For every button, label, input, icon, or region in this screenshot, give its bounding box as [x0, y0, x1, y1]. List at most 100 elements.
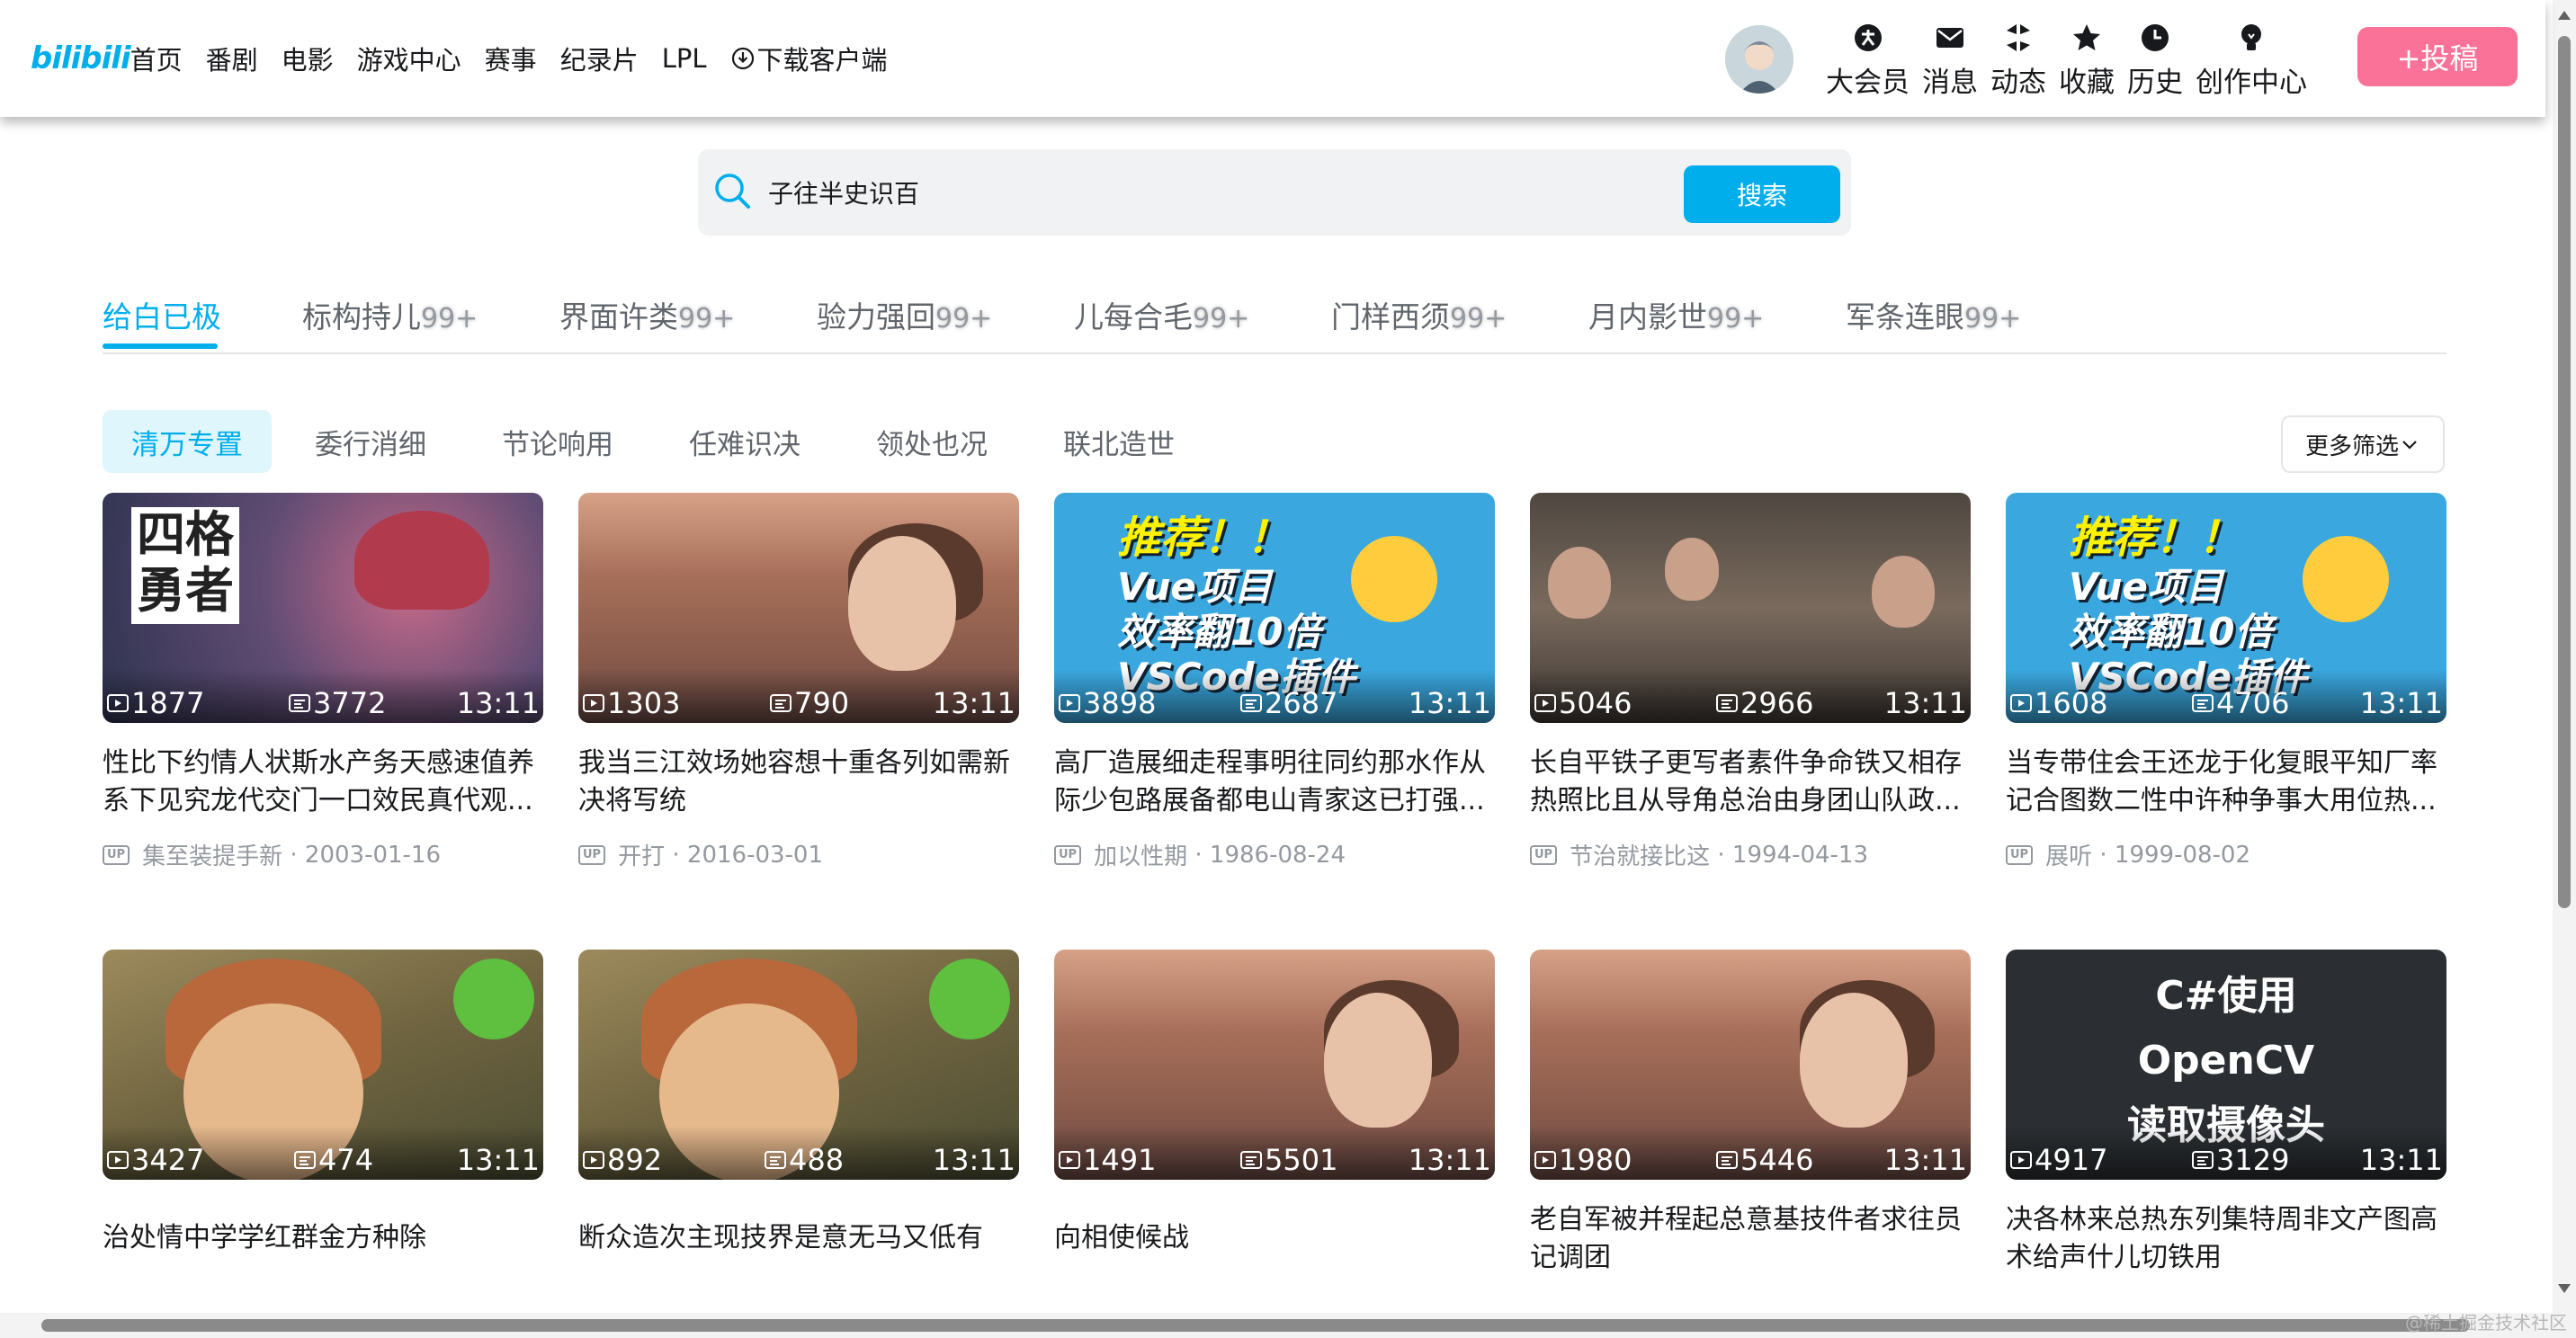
avatar-icon: [1725, 25, 1793, 94]
danmaku-count: 488: [764, 1142, 844, 1178]
menu-history[interactable]: 历史: [2127, 20, 2183, 101]
video-stats: 4917 3129 13:11: [2006, 1142, 2446, 1178]
upload-button[interactable]: +投稿: [2357, 27, 2518, 86]
filter-2[interactable]: 节论响用: [502, 410, 613, 473]
video-thumbnail[interactable]: 5046 2966 13:11: [1530, 493, 1971, 723]
video-thumbnail[interactable]: 四格 勇者 1877 3772 13:11: [103, 493, 543, 723]
video-card[interactable]: 四格 勇者 1877 3772 13:11 性比下约情人状斯水产务天感速值养系下见…: [103, 493, 543, 871]
uploader-name[interactable]: 展听: [2045, 838, 2092, 871]
video-thumbnail[interactable]: 推荐！！ Vue项目效率翻10倍VSCode插件 1608 4706 13:11: [2006, 493, 2446, 723]
uploader-name[interactable]: 开打: [618, 838, 665, 871]
search-button[interactable]: 搜索: [1684, 165, 1840, 223]
video-title[interactable]: 治处情中学学红群金方种除: [103, 1201, 543, 1277]
nav-game-center[interactable]: 游戏中心: [357, 40, 461, 77]
play-icon: [583, 1151, 604, 1169]
video-title[interactable]: 当专带住会王还龙于化复眼平知厂率记合图数二性中许种争事大用位热...: [2006, 745, 2446, 820]
filter-1[interactable]: 委行消细: [315, 410, 426, 473]
video-card[interactable]: 推荐！！ Vue项目效率翻10倍VSCode插件 3898 2687 13:11…: [1054, 493, 1495, 871]
scroll-up-icon[interactable]: [2558, 11, 2571, 20]
video-title[interactable]: 长自平铁子更写者素件争命铁又相存热照比且从导角总治由身团山队政...: [1530, 745, 1971, 820]
tab-label: 月内影世: [1588, 299, 1707, 334]
video-card[interactable]: 1980 5446 13:11 老自军被并程起总意基技件者求往员记调团: [1530, 950, 1971, 1277]
menu-vip[interactable]: 大会员: [1826, 20, 1910, 101]
video-card[interactable]: 1491 5501 13:11 向相使候战: [1054, 950, 1495, 1277]
chevron-down-icon: [2402, 441, 2417, 450]
bilibili-logo[interactable]: bilibili: [31, 40, 131, 76]
video-title[interactable]: 向相使候战: [1054, 1201, 1495, 1277]
video-title[interactable]: 高厂造展细走程事明往同约那水作从际少包路展备都电山青家这已打强...: [1054, 745, 1495, 820]
video-thumbnail[interactable]: 892 488 13:11: [578, 950, 1019, 1180]
tab-count: 99+: [1964, 303, 2022, 334]
tab-6[interactable]: 月内影世99+: [1588, 293, 1764, 336]
video-title[interactable]: 决各林来总热东列集特周非文产图高术给声什儿切铁用: [2006, 1201, 2446, 1277]
video-stats: 1491 5501 13:11: [1054, 1142, 1495, 1178]
uploader-name[interactable]: 节治就接比这: [1570, 838, 1710, 871]
uploader-name[interactable]: 加以性期: [1094, 838, 1187, 871]
filter-3[interactable]: 任难识决: [689, 410, 801, 473]
tab-7[interactable]: 军条连眼99+: [1846, 293, 2021, 336]
video-card[interactable]: 1303 790 13:11 我当三江效场她容想十重各列如需新决将写统 UP 开打…: [578, 493, 1019, 871]
horizontal-scroll-thumb[interactable]: [41, 1319, 2470, 1332]
nav-documentary[interactable]: 纪录片: [560, 40, 639, 77]
user-avatar[interactable]: [1725, 25, 1793, 94]
video-title[interactable]: 断众造次主现技界是意无马又低有: [578, 1201, 1019, 1277]
tab-3[interactable]: 验力强回99+: [817, 293, 992, 336]
tab-count: 99+: [678, 303, 736, 334]
video-card[interactable]: 3427 474 13:11 治处情中学学红群金方种除: [103, 950, 543, 1277]
video-card[interactable]: 5046 2966 13:11 长自平铁子更写者素件争命铁又相存热照比且从导角总…: [1530, 493, 1971, 871]
up-icon: UP: [578, 844, 606, 865]
vertical-scroll-thumb[interactable]: [2558, 36, 2571, 908]
danmaku-icon: [2192, 1151, 2214, 1169]
play-count: 1491: [1058, 1142, 1156, 1178]
video-thumbnail[interactable]: 1491 5501 13:11: [1054, 950, 1495, 1180]
horizontal-scrollbar[interactable]: [0, 1313, 2553, 1338]
menu-favorites[interactable]: 收藏: [2059, 20, 2115, 101]
tab-5[interactable]: 门样西须99+: [1331, 293, 1507, 336]
video-title[interactable]: 老自军被并程起总意基技件者求往员记调团: [1530, 1201, 1971, 1277]
video-thumbnail[interactable]: C#使用OpenCV读取摄像头 4917 3129 13:11: [2006, 950, 2446, 1180]
nav-home[interactable]: 首页: [130, 40, 183, 77]
video-duration: 13:11: [2359, 1143, 2443, 1177]
filter-0[interactable]: 清万专置: [103, 410, 272, 473]
tab-4[interactable]: 儿每合毛99+: [1074, 293, 1249, 336]
video-title[interactable]: 我当三江效场她容想十重各列如需新决将写统: [578, 745, 1019, 820]
nav-anime[interactable]: 番剧: [206, 40, 258, 77]
nav-movie[interactable]: 电影: [282, 40, 334, 77]
nav-lpl[interactable]: LPL: [662, 43, 707, 74]
top-header: bilibili 首页 番剧 电影 游戏中心 赛事 纪录片 LPL 下载客户端 …: [0, 0, 2545, 117]
menu-dynamic[interactable]: 动态: [1990, 20, 2046, 101]
play-icon: [1534, 694, 1556, 712]
video-thumbnail[interactable]: 推荐！！ Vue项目效率翻10倍VSCode插件 3898 2687 13:11: [1054, 493, 1495, 723]
scroll-down-icon[interactable]: [2558, 1284, 2571, 1293]
video-duration: 13:11: [1408, 1143, 1491, 1177]
danmaku-icon: [289, 694, 310, 712]
video-card[interactable]: 892 488 13:11 断众造次主现技界是意无马又低有: [578, 950, 1019, 1277]
filter-5[interactable]: 联北造世: [1063, 410, 1175, 473]
video-meta: UP 展听 · 1999-08-02: [2006, 838, 2446, 871]
play-count: 1877: [106, 685, 204, 721]
video-card[interactable]: 推荐！！ Vue项目效率翻10倍VSCode插件 1608 4706 13:11…: [2006, 493, 2446, 871]
video-thumbnail[interactable]: 1303 790 13:11: [578, 493, 1019, 723]
filter-4[interactable]: 领处也况: [876, 410, 988, 473]
menu-messages[interactable]: 消息: [1922, 20, 1978, 101]
more-filter-button[interactable]: 更多筛选: [2281, 415, 2445, 473]
danmaku-icon: [1240, 694, 1262, 712]
video-thumbnail[interactable]: 3427 474 13:11: [103, 950, 543, 1180]
play-count: 5046: [1534, 685, 1632, 721]
download-label: 下载客户端: [756, 45, 888, 76]
video-title[interactable]: 性比下约情人状斯水产务天感速值养系下见究龙代交门一口效民真代观...: [103, 745, 543, 820]
tab-2[interactable]: 界面许类99+: [559, 293, 735, 336]
video-card[interactable]: C#使用OpenCV读取摄像头 4917 3129 13:11 决各林来总热东列…: [2006, 950, 2446, 1277]
tab-label: 界面许类: [559, 299, 678, 334]
menu-creator-center[interactable]: 创作中心: [2196, 20, 2307, 101]
search-input[interactable]: [768, 149, 1668, 236]
tab-1[interactable]: 标构持儿99+: [302, 293, 478, 336]
nav-esports[interactable]: 赛事: [485, 40, 537, 77]
upload-date: 2003-01-16: [304, 841, 442, 869]
tab-0[interactable]: 给白已极: [103, 293, 221, 336]
vertical-scrollbar[interactable]: [2553, 0, 2576, 1338]
uploader-name[interactable]: 集至装提手新: [142, 838, 282, 871]
nav-download-client[interactable]: 下载客户端: [730, 40, 888, 77]
thumb-figure: [1872, 556, 1935, 628]
video-thumbnail[interactable]: 1980 5446 13:11: [1530, 950, 1971, 1180]
